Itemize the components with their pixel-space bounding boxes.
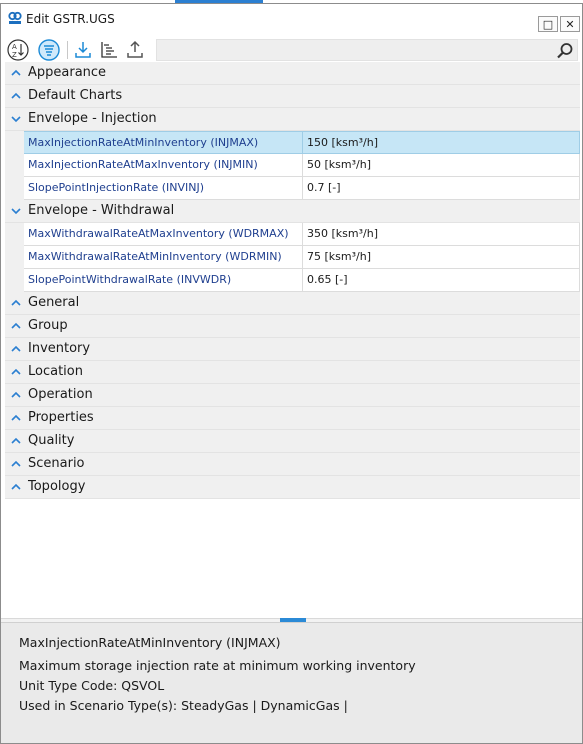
category-label: Default Charts bbox=[28, 88, 123, 103]
import-icon bbox=[75, 42, 91, 58]
category-label: Properties bbox=[28, 410, 94, 425]
tree-button[interactable] bbox=[97, 38, 121, 62]
toolbar-separator bbox=[67, 41, 68, 59]
chevron-down-icon[interactable] bbox=[10, 114, 22, 124]
description-title: MaxInjectionRateAtMinInventory (INJMAX) bbox=[19, 635, 281, 650]
chevron-up-icon[interactable] bbox=[10, 436, 22, 446]
description-panel: MaxInjectionRateAtMinInventory (INJMAX) … bbox=[1, 622, 582, 743]
category-row[interactable]: Default Charts bbox=[5, 85, 580, 108]
category-label: Envelope - Injection bbox=[28, 111, 157, 126]
category-row[interactable]: Location bbox=[5, 361, 580, 384]
property-grid: Appearance Default Charts Envelope - Injec… bbox=[5, 62, 580, 499]
category-row[interactable]: Inventory bbox=[5, 338, 580, 361]
search-box[interactable] bbox=[156, 39, 578, 61]
chevron-up-icon[interactable] bbox=[10, 68, 22, 78]
chevron-up-icon[interactable] bbox=[10, 298, 22, 308]
close-icon: ✕ bbox=[565, 17, 575, 31]
chevron-up-icon[interactable] bbox=[10, 321, 22, 331]
app-icon bbox=[8, 11, 22, 24]
category-row[interactable]: Group bbox=[5, 315, 580, 338]
description-scenario-types: Used in Scenario Type(s): SteadyGas | Dy… bbox=[19, 698, 348, 713]
property-row[interactable]: SlopePointWithdrawalRate (INVWDR) 0.65 [-… bbox=[5, 269, 580, 292]
property-row[interactable]: MaxWithdrawalRateAtMinInventory (WDRMIN)… bbox=[5, 246, 580, 269]
export-icon bbox=[127, 40, 143, 58]
property-row[interactable]: MaxWithdrawalRateAtMaxInventory (WDRMAX)… bbox=[5, 223, 580, 246]
sort-alphabetical-icon: A Z bbox=[7, 39, 29, 61]
description-text: Maximum storage injection rate at minimu… bbox=[19, 658, 416, 673]
category-row[interactable]: Scenario bbox=[5, 453, 580, 476]
row-gutter bbox=[5, 223, 24, 246]
categorized-view-button[interactable] bbox=[37, 38, 61, 62]
export-button[interactable] bbox=[123, 38, 147, 62]
property-value[interactable]: 350 [ksm³/h] bbox=[303, 223, 580, 246]
row-gutter bbox=[5, 177, 24, 200]
category-label: Group bbox=[28, 318, 68, 333]
property-name[interactable]: MaxWithdrawalRateAtMaxInventory (WDRMAX) bbox=[24, 223, 303, 246]
maximize-icon: □ bbox=[542, 17, 554, 31]
category-row[interactable]: Quality bbox=[5, 430, 580, 453]
category-row[interactable]: Envelope - Withdrawal bbox=[5, 200, 580, 223]
row-gutter bbox=[5, 269, 24, 292]
category-row[interactable]: General bbox=[5, 292, 580, 315]
window-title: Edit GSTR.UGS bbox=[26, 12, 115, 26]
category-row[interactable]: Envelope - Injection bbox=[5, 108, 580, 131]
svg-text:Z: Z bbox=[12, 51, 17, 59]
property-name[interactable]: MaxInjectionRateAtMaxInventory (INJMIN) bbox=[24, 154, 303, 177]
chevron-up-icon[interactable] bbox=[10, 459, 22, 469]
description-unit-type: Unit Type Code: QSVOL bbox=[19, 678, 165, 693]
property-value[interactable]: 50 [ksm³/h] bbox=[303, 154, 580, 177]
categorized-view-icon bbox=[38, 39, 60, 61]
property-row[interactable]: SlopePointInjectionRate (INVINJ) 0.7 [-] bbox=[5, 177, 580, 200]
property-name[interactable]: SlopePointWithdrawalRate (INVWDR) bbox=[24, 269, 303, 292]
chevron-up-icon[interactable] bbox=[10, 344, 22, 354]
toolbar: A Z bbox=[1, 35, 582, 65]
category-label: General bbox=[28, 295, 80, 310]
row-gutter bbox=[5, 131, 24, 154]
category-label: Appearance bbox=[28, 65, 107, 80]
sort-alphabetical-button[interactable]: A Z bbox=[6, 38, 30, 62]
chevron-up-icon[interactable] bbox=[10, 367, 22, 377]
title-bar[interactable]: Edit GSTR.UGS □ ✕ bbox=[1, 4, 582, 34]
category-label: Quality bbox=[28, 433, 75, 448]
category-row[interactable]: Topology bbox=[5, 476, 580, 499]
property-name[interactable]: SlopePointInjectionRate (INVINJ) bbox=[24, 177, 303, 200]
search-icon[interactable] bbox=[556, 42, 574, 60]
chevron-up-icon[interactable] bbox=[10, 390, 22, 400]
category-label: Operation bbox=[28, 387, 93, 402]
property-name[interactable]: MaxInjectionRateAtMinInventory (INJMAX) bbox=[24, 131, 303, 154]
import-button[interactable] bbox=[71, 38, 95, 62]
property-value[interactable]: 0.65 [-] bbox=[303, 269, 580, 292]
chevron-up-icon[interactable] bbox=[10, 91, 22, 101]
property-name[interactable]: MaxWithdrawalRateAtMinInventory (WDRMIN) bbox=[24, 246, 303, 269]
category-label: Location bbox=[28, 364, 83, 379]
search-input[interactable] bbox=[159, 42, 551, 58]
chevron-up-icon[interactable] bbox=[10, 482, 22, 492]
category-label: Inventory bbox=[28, 341, 91, 356]
maximize-button[interactable]: □ bbox=[538, 16, 558, 32]
svg-text:A: A bbox=[12, 43, 17, 51]
category-row[interactable]: Properties bbox=[5, 407, 580, 430]
tree-icon bbox=[101, 42, 117, 58]
close-button[interactable]: ✕ bbox=[560, 16, 580, 32]
category-label: Scenario bbox=[28, 456, 85, 471]
property-value[interactable]: 150 [ksm³/h] bbox=[303, 131, 580, 154]
category-label: Envelope - Withdrawal bbox=[28, 203, 175, 218]
property-value[interactable]: 75 [ksm³/h] bbox=[303, 246, 580, 269]
category-row[interactable]: Appearance bbox=[5, 62, 580, 85]
property-value[interactable]: 0.7 [-] bbox=[303, 177, 580, 200]
category-label: Topology bbox=[28, 479, 86, 494]
chevron-down-icon[interactable] bbox=[10, 206, 22, 216]
edit-window: Edit GSTR.UGS □ ✕ A Z Appearance Default… bbox=[0, 3, 583, 744]
category-row[interactable]: Operation bbox=[5, 384, 580, 407]
row-gutter bbox=[5, 154, 24, 177]
row-gutter bbox=[5, 246, 24, 269]
property-row[interactable]: MaxInjectionRateAtMinInventory (INJMAX) 1… bbox=[5, 131, 580, 154]
property-row[interactable]: MaxInjectionRateAtMaxInventory (INJMIN) 5… bbox=[5, 154, 580, 177]
chevron-up-icon[interactable] bbox=[10, 413, 22, 423]
